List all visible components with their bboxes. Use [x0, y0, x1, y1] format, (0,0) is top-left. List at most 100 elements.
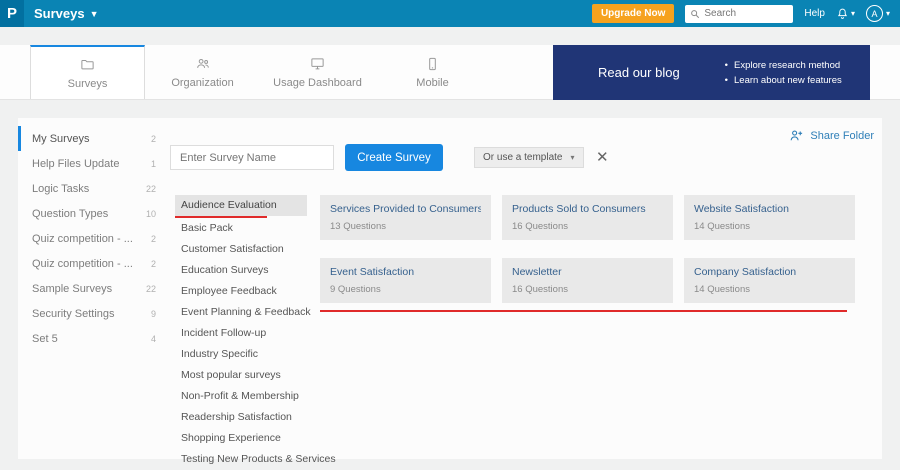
share-folder-label: Share Folder	[810, 129, 874, 142]
tab-label: Mobile	[416, 77, 449, 89]
category-item[interactable]: Incident Follow-up	[175, 323, 307, 344]
template-card-questions: 14 Questions	[694, 284, 750, 295]
app-logo[interactable]: P	[0, 0, 24, 27]
category-item[interactable]: Employee Feedback	[175, 281, 307, 302]
people-icon	[194, 55, 212, 72]
survey-name-input[interactable]	[170, 145, 334, 170]
search-icon	[690, 9, 700, 19]
chevron-down-icon: ▾	[885, 9, 890, 18]
banner-title: Read our blog	[598, 65, 680, 80]
chevron-down-icon: ▾	[570, 153, 575, 162]
template-card[interactable]: Products Sold to Consumers 16 Questions	[502, 195, 673, 240]
category-item[interactable]: Industry Specific	[175, 344, 307, 365]
sidebar-item-security-settings[interactable]: Security Settings 9	[18, 301, 168, 326]
annotation-red-line	[320, 310, 847, 312]
template-card-title: Event Satisfaction	[330, 266, 415, 278]
topbar-right: Upgrade Now Help ▾ A ▾	[591, 0, 900, 27]
share-folder-link[interactable]: Share Folder	[789, 128, 874, 143]
template-card[interactable]: Website Satisfaction 14 Questions	[684, 195, 855, 240]
sidebar-item-count: 22	[145, 283, 156, 294]
chevron-down-icon: ▾	[850, 9, 855, 18]
use-template-label: Or use a template	[483, 152, 563, 163]
sidebar-item-count: 1	[150, 158, 156, 169]
template-card-title: Products Sold to Consumers	[512, 203, 646, 215]
read-our-blog-banner[interactable]: Read our blog Explore research methodLea…	[553, 45, 870, 100]
notifications-bell[interactable]: ▾	[836, 7, 855, 20]
sidebar-item-label: Help Files Update	[32, 157, 120, 170]
help-link[interactable]: Help	[804, 8, 825, 19]
avatar: A	[865, 5, 883, 22]
banner-bullet-list: Explore research methodLearn about new f…	[725, 58, 842, 88]
sidebar-item-label: Security Settings	[32, 307, 115, 320]
template-card-questions: 16 Questions	[512, 221, 568, 232]
upgrade-now-button[interactable]: Upgrade Now	[591, 4, 675, 23]
template-card-title: Services Provided to Consumers	[330, 203, 481, 215]
chevron-down-icon: ▼	[89, 8, 99, 19]
category-item[interactable]: Basic Pack	[175, 218, 307, 239]
sidebar-item-count: 2	[150, 133, 156, 144]
template-card[interactable]: Company Satisfaction 14 Questions	[684, 258, 855, 303]
sidebar-item-count: 22	[145, 183, 156, 194]
sidebar-item-label: Question Types	[32, 207, 109, 220]
category-item[interactable]: Customer Satisfaction	[175, 239, 307, 260]
create-survey-button[interactable]: Create Survey	[345, 144, 443, 171]
sidebar-item-count: 10	[145, 208, 156, 219]
sidebar-item-quiz-competition[interactable]: Quiz competition - ... 2	[18, 226, 168, 251]
template-card[interactable]: Event Satisfaction 9 Questions	[320, 258, 491, 303]
person-plus-icon	[789, 128, 804, 143]
folders-sidebar: My Surveys 2 Help Files Update 1 Logic Tasks…	[18, 126, 168, 351]
sidebar-item-logic-tasks[interactable]: Logic Tasks 22	[18, 176, 168, 201]
tab-usage-dashboard[interactable]: Usage Dashboard	[260, 45, 375, 99]
sidebar-item-my-surveys[interactable]: My Surveys 2	[18, 126, 168, 151]
sidebar-item-question-types[interactable]: Question Types 10	[18, 201, 168, 226]
tab-mobile[interactable]: Mobile	[375, 45, 490, 99]
sidebar-item-sample-surveys[interactable]: Sample Surveys 22	[18, 276, 168, 301]
template-card-title: Website Satisfaction	[694, 203, 789, 215]
template-category-list: Audience Evaluation Basic Pack Customer Sa…	[175, 195, 336, 470]
category-item[interactable]: Testing New Products & Services	[175, 449, 336, 470]
sidebar-item-label: My Surveys	[32, 132, 90, 145]
search-input[interactable]	[704, 8, 789, 19]
tab-organization[interactable]: Organization	[145, 45, 260, 99]
content-area: My Surveys 2 Help Files Update 1 Logic Tasks…	[18, 118, 882, 465]
sidebar-item-count: 2	[150, 233, 156, 244]
category-item[interactable]: Non-Profit & Membership	[175, 386, 307, 407]
category-item[interactable]: Event Planning & Feedback	[175, 302, 311, 323]
close-icon[interactable]: ✕	[596, 147, 609, 168]
phone-icon	[425, 55, 440, 72]
tab-label: Surveys	[67, 78, 108, 90]
sidebar-item-label: Logic Tasks	[32, 182, 90, 195]
folder-icon	[79, 56, 96, 73]
tab-label: Organization	[171, 77, 234, 89]
template-card-questions: 14 Questions	[694, 221, 750, 232]
category-item[interactable]: Most popular surveys	[175, 365, 307, 386]
sidebar-item-label: Quiz competition - ...	[32, 232, 133, 245]
category-item[interactable]: Shopping Experience	[175, 428, 307, 449]
sidebar-item-help-files-update[interactable]: Help Files Update 1	[18, 151, 168, 176]
template-card-questions: 13 Questions	[330, 221, 386, 232]
template-card[interactable]: Newsletter 16 Questions	[502, 258, 673, 303]
tab-label: Usage Dashboard	[273, 77, 362, 89]
monitor-icon	[309, 55, 326, 72]
category-item[interactable]: Audience Evaluation	[175, 195, 307, 216]
banner-bullet: Learn about new features	[725, 73, 842, 88]
sidebar-item-label: Sample Surveys	[32, 282, 113, 295]
banner-bullet: Explore research method	[725, 58, 842, 73]
search-box[interactable]	[685, 4, 794, 23]
category-item[interactable]: Readership Satisfaction	[175, 407, 307, 428]
category-item[interactable]: Education Surveys	[175, 260, 307, 281]
use-template-dropdown[interactable]: Or use a template ▾	[474, 147, 584, 168]
sidebar-item-quiz-competition[interactable]: Quiz competition - ... 2	[18, 251, 168, 276]
tab-surveys[interactable]: Surveys	[30, 45, 145, 99]
template-card-title: Newsletter	[512, 266, 562, 278]
account-menu[interactable]: A ▾	[865, 5, 890, 22]
sidebar-item-count: 9	[150, 308, 156, 319]
template-card-grid: Services Provided to Consumers 13 Questio…	[320, 195, 855, 303]
sidebar-item-count: 4	[150, 333, 156, 344]
surveys-app-menu[interactable]: Surveys ▼	[34, 6, 99, 21]
template-card-questions: 16 Questions	[512, 284, 568, 295]
topbar: P Surveys ▼ Upgrade Now Help ▾ A ▾	[0, 0, 900, 27]
sidebar-item-set-5[interactable]: Set 5 4	[18, 326, 168, 351]
template-card[interactable]: Services Provided to Consumers 13 Questio…	[320, 195, 491, 240]
template-card-title: Company Satisfaction	[694, 266, 797, 278]
